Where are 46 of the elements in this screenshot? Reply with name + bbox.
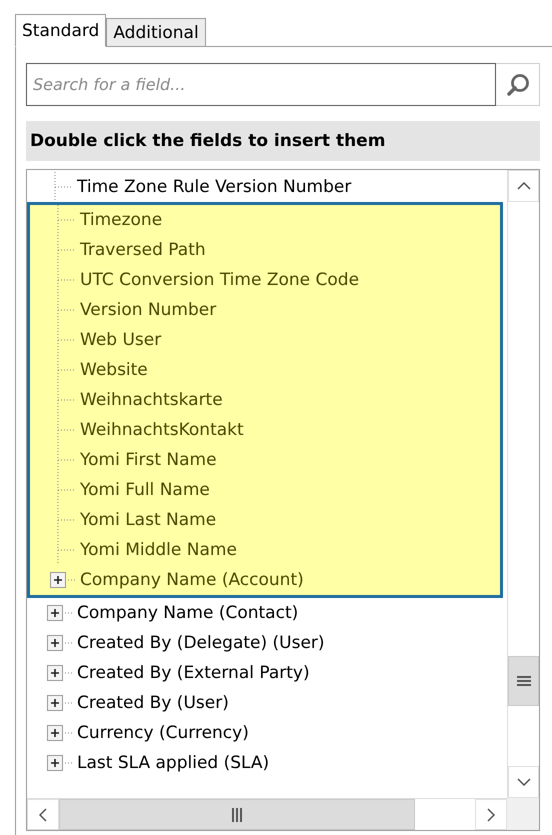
field-item[interactable]: WeihnachtsKontakt [80, 420, 244, 440]
field-item[interactable]: Traversed Path [80, 240, 206, 260]
field-item[interactable]: Currency (Currency) [77, 723, 249, 743]
scroll-up-button[interactable] [508, 170, 539, 202]
expand-icon[interactable] [47, 724, 73, 742]
field-item[interactable]: Created By (External Party) [77, 663, 310, 683]
expand-icon[interactable] [47, 754, 73, 772]
expand-icon[interactable] [47, 634, 73, 652]
field-item[interactable]: Created By (User) [77, 693, 229, 713]
field-item[interactable]: Created By (Delegate) (User) [77, 633, 325, 653]
tab[interactable]: Additional [106, 18, 206, 46]
search-button[interactable] [496, 63, 540, 106]
search-icon [504, 72, 530, 98]
chevron-down-icon [516, 778, 530, 786]
field-item[interactable]: Version Number [80, 300, 216, 320]
chevron-up-icon [516, 182, 530, 190]
field-item[interactable]: Yomi Last Name [80, 510, 216, 530]
expand-icon[interactable] [47, 604, 73, 622]
scroll-down-button[interactable] [508, 766, 539, 798]
field-item[interactable]: Time Zone Rule Version Number [77, 177, 352, 197]
field-item[interactable]: Timezone [80, 210, 162, 230]
grip-icon [516, 675, 530, 687]
chevron-right-icon [487, 808, 495, 822]
scrollbar-corner [507, 798, 539, 830]
expand-icon[interactable] [50, 571, 76, 589]
field-item[interactable]: Yomi First Name [80, 450, 217, 470]
instruction-header: Double click the fields to insert them [26, 121, 540, 161]
vertical-scroll-thumb[interactable] [508, 656, 539, 706]
field-item[interactable]: Last SLA applied (SLA) [77, 753, 270, 773]
expand-icon[interactable] [47, 694, 73, 712]
chevron-left-icon [39, 808, 47, 822]
field-item[interactable]: UTC Conversion Time Zone Code [80, 270, 360, 290]
expand-icon[interactable] [47, 664, 73, 682]
search-field[interactable]: Search for a field... [26, 63, 496, 106]
field-item[interactable]: Web User [80, 330, 162, 350]
field-item[interactable]: Company Name (Contact) [77, 603, 298, 623]
field-item[interactable]: Yomi Full Name [80, 480, 210, 500]
field-item[interactable]: Yomi Middle Name [80, 540, 237, 560]
field-item[interactable]: Company Name (Account) [80, 570, 304, 590]
horizontal-scroll-thumb[interactable] [59, 799, 415, 830]
field-item[interactable]: Website [80, 360, 148, 380]
grip-icon [231, 808, 243, 822]
scroll-right-button[interactable] [475, 799, 507, 830]
scroll-left-button[interactable] [27, 799, 59, 830]
field-item[interactable]: Weihnachtskarte [80, 390, 223, 410]
tab[interactable]: Standard [15, 14, 106, 47]
